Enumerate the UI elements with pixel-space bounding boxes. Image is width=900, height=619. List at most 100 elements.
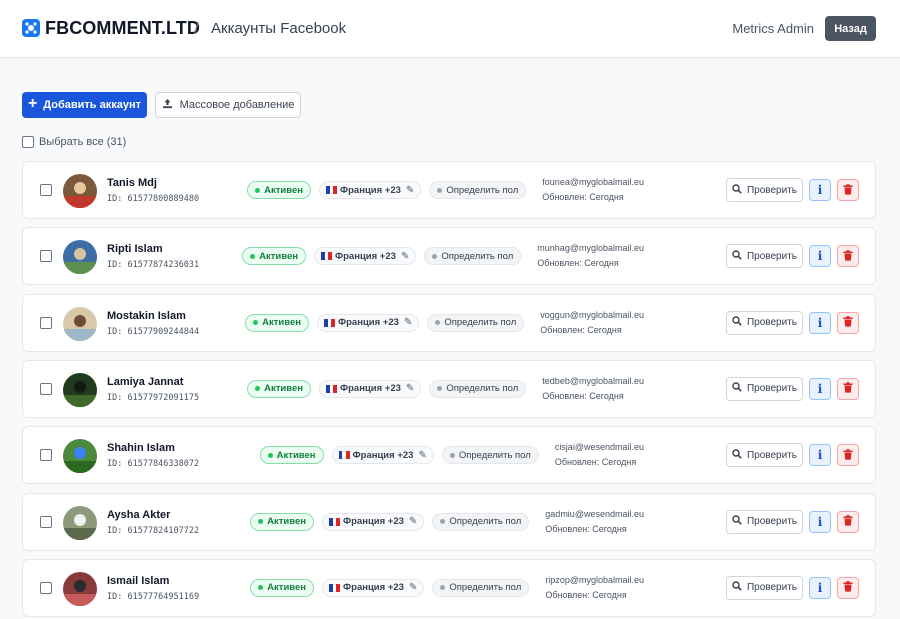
flag-france-icon bbox=[321, 252, 333, 261]
search-icon bbox=[732, 316, 742, 329]
info-button[interactable]: i bbox=[809, 377, 831, 400]
gender-badge[interactable]: Определить пол bbox=[432, 512, 530, 531]
country-badge[interactable]: Франция +23 ✎ bbox=[322, 578, 425, 597]
avatar bbox=[63, 174, 97, 208]
account-checkbox[interactable] bbox=[40, 449, 52, 462]
info-button[interactable]: i bbox=[809, 510, 831, 533]
gender-badge[interactable]: Определить пол bbox=[429, 181, 527, 199]
info-button[interactable]: i bbox=[809, 179, 831, 201]
country-badge[interactable]: Франция +23 ✎ bbox=[317, 313, 420, 332]
check-button[interactable]: Проверить bbox=[726, 310, 803, 335]
delete-button[interactable] bbox=[837, 444, 859, 467]
account-updated: Обновлен: Сегодня bbox=[540, 324, 622, 335]
search-icon bbox=[732, 448, 742, 462]
country-badge[interactable]: Франция +23 ✎ bbox=[322, 512, 425, 531]
account-card: Lamiya Jannat ID: 61577972091175 Активен… bbox=[22, 359, 876, 418]
status-dot-icon bbox=[255, 187, 261, 193]
gender-badge[interactable]: Определить пол bbox=[441, 446, 539, 465]
status-badge: Активен bbox=[242, 247, 307, 266]
search-icon bbox=[732, 183, 742, 197]
check-label: Проверить bbox=[746, 582, 797, 594]
bulk-add-label: Массовое добавление bbox=[179, 99, 295, 111]
edit-icon[interactable]: ✎ bbox=[406, 383, 414, 394]
back-button[interactable]: Назад bbox=[825, 16, 876, 41]
brand-name[interactable]: FBCOMMENT.LTD bbox=[45, 18, 200, 39]
account-email: gadmiu@wesendmail.eu bbox=[545, 508, 644, 519]
account-name: Ismail Islam bbox=[107, 574, 170, 587]
country-badge[interactable]: Франция +23 ✎ bbox=[319, 379, 422, 398]
account-checkbox[interactable] bbox=[40, 184, 52, 196]
status-dot-icon bbox=[255, 386, 261, 392]
info-button[interactable]: i bbox=[809, 444, 831, 467]
select-all-checkbox[interactable] bbox=[22, 136, 34, 148]
check-button[interactable]: Проверить bbox=[726, 244, 803, 269]
country-badge[interactable]: Франция +23 ✎ bbox=[319, 181, 422, 199]
edit-icon[interactable]: ✎ bbox=[409, 582, 417, 593]
status-label: Активен bbox=[259, 250, 299, 262]
account-checkbox[interactable] bbox=[40, 250, 52, 263]
account-card: Ripti Islam ID: 61577874236031 Активен Ф… bbox=[22, 227, 876, 286]
account-checkbox[interactable] bbox=[40, 581, 52, 594]
flag-france-icon bbox=[326, 384, 338, 393]
account-updated: Обновлен: Сегодня bbox=[537, 258, 619, 269]
edit-icon[interactable]: ✎ bbox=[404, 317, 412, 328]
edit-icon[interactable]: ✎ bbox=[401, 251, 409, 262]
account-meta: ripzop@myglobalmail.eu Обновлен: Сегодня bbox=[545, 573, 644, 603]
account-id: ID: 61577800889480 bbox=[107, 194, 200, 204]
check-button[interactable]: Проверить bbox=[726, 509, 803, 534]
info-button[interactable]: i bbox=[809, 245, 831, 268]
delete-button[interactable] bbox=[837, 576, 859, 599]
delete-button[interactable] bbox=[837, 311, 859, 334]
check-button[interactable]: Проверить bbox=[726, 575, 803, 600]
delete-button[interactable] bbox=[837, 245, 859, 268]
check-label: Проверить bbox=[746, 383, 797, 395]
account-checkbox[interactable] bbox=[40, 515, 52, 528]
edit-icon[interactable]: ✎ bbox=[406, 185, 414, 196]
search-icon bbox=[732, 250, 742, 263]
gender-dot-icon bbox=[449, 452, 455, 458]
select-all[interactable]: Выбрать все (31) bbox=[22, 136, 126, 148]
gender-badge[interactable]: Определить пол bbox=[427, 313, 525, 332]
avatar bbox=[63, 306, 97, 341]
trash-icon bbox=[843, 183, 853, 198]
info-icon: i bbox=[817, 249, 823, 264]
account-id: ID: 61577909244844 bbox=[107, 326, 200, 337]
country-badge[interactable]: Франция +23 ✎ bbox=[331, 446, 434, 465]
check-button[interactable]: Проверить bbox=[726, 443, 803, 468]
delete-button[interactable] bbox=[837, 377, 859, 400]
info-button[interactable]: i bbox=[809, 576, 831, 599]
info-icon: i bbox=[817, 183, 823, 197]
check-label: Проверить bbox=[746, 516, 797, 527]
edit-icon[interactable]: ✎ bbox=[418, 450, 426, 461]
account-updated: Обновлен: Сегодня bbox=[542, 192, 624, 202]
check-label: Проверить bbox=[746, 317, 797, 329]
add-account-button[interactable]: + Добавить аккаунт bbox=[22, 92, 147, 118]
check-button[interactable]: Проверить bbox=[726, 178, 803, 202]
gender-label: Определить пол bbox=[446, 383, 519, 395]
bulk-add-button[interactable]: Массовое добавление bbox=[155, 92, 301, 118]
delete-button[interactable] bbox=[837, 510, 859, 533]
gender-badge[interactable]: Определить пол bbox=[424, 247, 522, 266]
account-name: Mostakin Islam bbox=[107, 309, 186, 322]
account-meta: gadmiu@wesendmail.eu Обновлен: Сегодня bbox=[545, 507, 644, 537]
account-name: Tanis Mdj bbox=[107, 177, 157, 189]
gender-badge[interactable]: Определить пол bbox=[432, 578, 530, 597]
gender-badge[interactable]: Определить пол bbox=[429, 379, 527, 398]
account-id: ID: 61577874236031 bbox=[107, 260, 200, 271]
account-checkbox[interactable] bbox=[40, 382, 52, 395]
account-meta: founea@myglobalmail.eu Обновлен: Сегодня bbox=[542, 175, 644, 205]
status-label: Активен bbox=[264, 184, 304, 196]
status-badge: Активен bbox=[247, 181, 312, 199]
account-email: founea@myglobalmail.eu bbox=[542, 177, 644, 187]
gender-dot-icon bbox=[440, 585, 446, 591]
info-button[interactable]: i bbox=[809, 311, 831, 334]
country-label: Франция +23 bbox=[352, 449, 414, 461]
trash-icon bbox=[843, 448, 853, 463]
account-card: Ismail Islam ID: 61577764951169 Активен … bbox=[22, 558, 876, 617]
account-checkbox[interactable] bbox=[40, 316, 52, 329]
edit-icon[interactable]: ✎ bbox=[409, 516, 417, 527]
check-button[interactable]: Проверить bbox=[726, 376, 803, 401]
country-label: Франция +23 bbox=[343, 516, 404, 527]
country-badge[interactable]: Франция +23 ✎ bbox=[314, 247, 417, 266]
delete-button[interactable] bbox=[837, 179, 859, 201]
